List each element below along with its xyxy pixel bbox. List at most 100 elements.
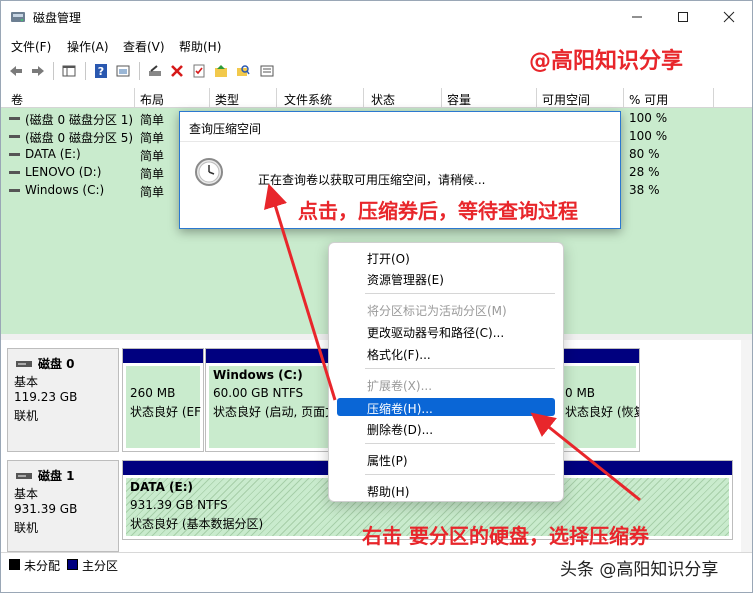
back-button[interactable] <box>6 61 26 81</box>
help-button[interactable]: ? <box>91 61 111 81</box>
volume-percent-free: 28 % <box>629 165 660 179</box>
properties-view-button[interactable] <box>113 61 133 81</box>
volume-context-menu: 打开(O) 资源管理器(E) 将分区标记为活动分区(M) 更改驱动器号和路径(C… <box>328 242 564 502</box>
disk-icon <box>16 361 32 367</box>
partition-body: 0 MB 状态良好 (恢复分 <box>561 366 639 448</box>
disk-pane-scrollbar[interactable] <box>741 340 752 552</box>
menu-item-change-drive-letter[interactable]: 更改驱动器号和路径(C)... <box>337 322 555 340</box>
partition-type-bar <box>558 349 639 363</box>
menu-item-format[interactable]: 格式化(F)... <box>337 344 555 362</box>
column-divider[interactable] <box>713 88 714 108</box>
partition-size: 260 MB <box>130 386 176 400</box>
disk-0-label[interactable]: 磁盘 0 基本 119.23 GB 联机 <box>7 348 119 452</box>
check-button[interactable] <box>189 61 209 81</box>
checklist-icon <box>193 64 205 78</box>
legend-unallocated: 未分配 <box>24 559 61 573</box>
window-title: 磁盘管理 <box>33 11 82 25</box>
menu-separator <box>365 443 555 444</box>
menu-item-shrink-volume[interactable]: 压缩卷(H)... <box>337 398 555 416</box>
menu-item-mark-active[interactable]: 将分区标记为活动分区(M) <box>337 300 555 318</box>
menu-item-extend-volume[interactable]: 扩展卷(X)... <box>337 375 555 393</box>
disk-management-icon <box>11 12 25 22</box>
menu-item-label: 将分区标记为活动分区(M) <box>367 304 507 318</box>
column-header-percent-free[interactable]: % 可用 <box>629 91 668 108</box>
partition-size: 931.39 GB NTFS <box>130 498 228 512</box>
import-button[interactable] <box>211 61 231 81</box>
settings-button[interactable] <box>257 61 277 81</box>
column-divider[interactable] <box>209 88 210 108</box>
partition-type-bar <box>206 349 334 363</box>
column-divider[interactable] <box>363 88 364 108</box>
show-hide-console-button[interactable] <box>59 61 79 81</box>
partition-recovery[interactable]: 0 MB 状态良好 (恢复分 <box>557 348 640 452</box>
partition-status: 状态良好 (EF <box>130 405 201 419</box>
menu-item-label: 压缩卷(H)... <box>367 402 433 416</box>
column-divider[interactable] <box>623 88 624 108</box>
menu-item-explorer[interactable]: 资源管理器(E) <box>337 269 555 287</box>
column-header-filesystem[interactable]: 文件系统 <box>284 91 332 108</box>
menu-item-label: 格式化(F)... <box>367 348 431 362</box>
folder-up-icon <box>215 65 227 77</box>
partition-label: Windows (C:) <box>213 368 303 382</box>
disk-type: 基本 <box>14 375 39 389</box>
column-header-capacity[interactable]: 容量 <box>447 91 471 108</box>
partition-body: 260 MB 状态良好 (EF <box>126 366 201 448</box>
partition-body: Windows (C:) 60.00 GB NTFS 状态良好 (启动, 页面文 <box>209 366 334 448</box>
toolbar-separator <box>85 62 86 80</box>
minimize-icon <box>632 16 642 18</box>
column-divider[interactable] <box>276 88 277 108</box>
menu-help[interactable]: 帮助(H) <box>179 38 221 55</box>
column-divider[interactable] <box>134 88 135 108</box>
volume-name: (磁盘 0 磁盘分区 5) <box>25 131 134 145</box>
disk-name: 磁盘 1 <box>38 469 75 483</box>
legend-primary: 主分区 <box>82 559 119 573</box>
connect-button[interactable] <box>145 61 165 81</box>
search-button[interactable] <box>233 61 253 81</box>
volume-percent-free: 100 % <box>629 111 668 125</box>
column-header-volume[interactable]: 卷 <box>11 91 23 108</box>
minimize-button[interactable] <box>614 1 660 33</box>
delete-button[interactable] <box>167 61 187 81</box>
close-button[interactable] <box>706 1 752 33</box>
toolbar: ? <box>1 58 752 84</box>
forward-button[interactable] <box>28 61 48 81</box>
disk-1-label[interactable]: 磁盘 1 基本 931.39 GB 联机 <box>7 460 119 552</box>
volume-layout: 简单 <box>140 131 165 145</box>
disk-icon <box>16 473 32 479</box>
menu-view[interactable]: 查看(V) <box>123 38 165 55</box>
menu-item-delete-volume[interactable]: 删除卷(D)... <box>337 419 555 437</box>
disk-type: 基本 <box>14 487 39 501</box>
title-bar: 磁盘管理 <box>1 1 752 33</box>
partition-efi[interactable]: 260 MB 状态良好 (EF <box>122 348 204 452</box>
partition-status: 状态良好 (恢复分 <box>565 405 639 419</box>
partition-status: 状态良好 (启动, 页面文 <box>213 405 335 419</box>
menu-item-help[interactable]: 帮助(H) <box>337 481 555 499</box>
menu-separator <box>365 474 555 475</box>
menu-action[interactable]: 操作(A) <box>67 38 109 55</box>
svg-text:?: ? <box>98 65 104 78</box>
volume-name: (磁盘 0 磁盘分区 1) <box>25 113 134 127</box>
column-header-type[interactable]: 类型 <box>215 91 239 108</box>
menu-item-open[interactable]: 打开(O) <box>337 248 555 266</box>
menu-item-label: 更改驱动器号和路径(C)... <box>367 326 505 340</box>
disk-size: 931.39 GB <box>14 502 78 516</box>
column-header-layout[interactable]: 布局 <box>140 91 164 108</box>
column-header-status[interactable]: 状态 <box>371 91 395 108</box>
partition-size: 0 MB <box>565 386 596 400</box>
menu-separator <box>365 293 555 294</box>
back-arrow-icon <box>10 66 22 76</box>
legend-swatch-unallocated <box>9 559 20 570</box>
menu-file[interactable]: 文件(F) <box>11 38 51 55</box>
menu-item-label: 扩展卷(X)... <box>367 379 433 393</box>
column-header-free-space[interactable]: 可用空间 <box>542 91 590 108</box>
partition-windows-c[interactable]: Windows (C:) 60.00 GB NTFS 状态良好 (启动, 页面文 <box>205 348 335 452</box>
menu-separator <box>365 368 555 369</box>
annotation-bottom: 右击 要分区的硬盘，选择压缩券 <box>362 524 649 548</box>
column-divider[interactable] <box>441 88 442 108</box>
volume-percent-free: 80 % <box>629 147 660 161</box>
column-divider[interactable] <box>536 88 537 108</box>
dialog-title-bar[interactable]: 查询压缩空间 <box>180 112 620 142</box>
menu-item-properties[interactable]: 属性(P) <box>337 450 555 468</box>
forward-arrow-icon <box>32 66 44 76</box>
maximize-button[interactable] <box>660 1 706 33</box>
